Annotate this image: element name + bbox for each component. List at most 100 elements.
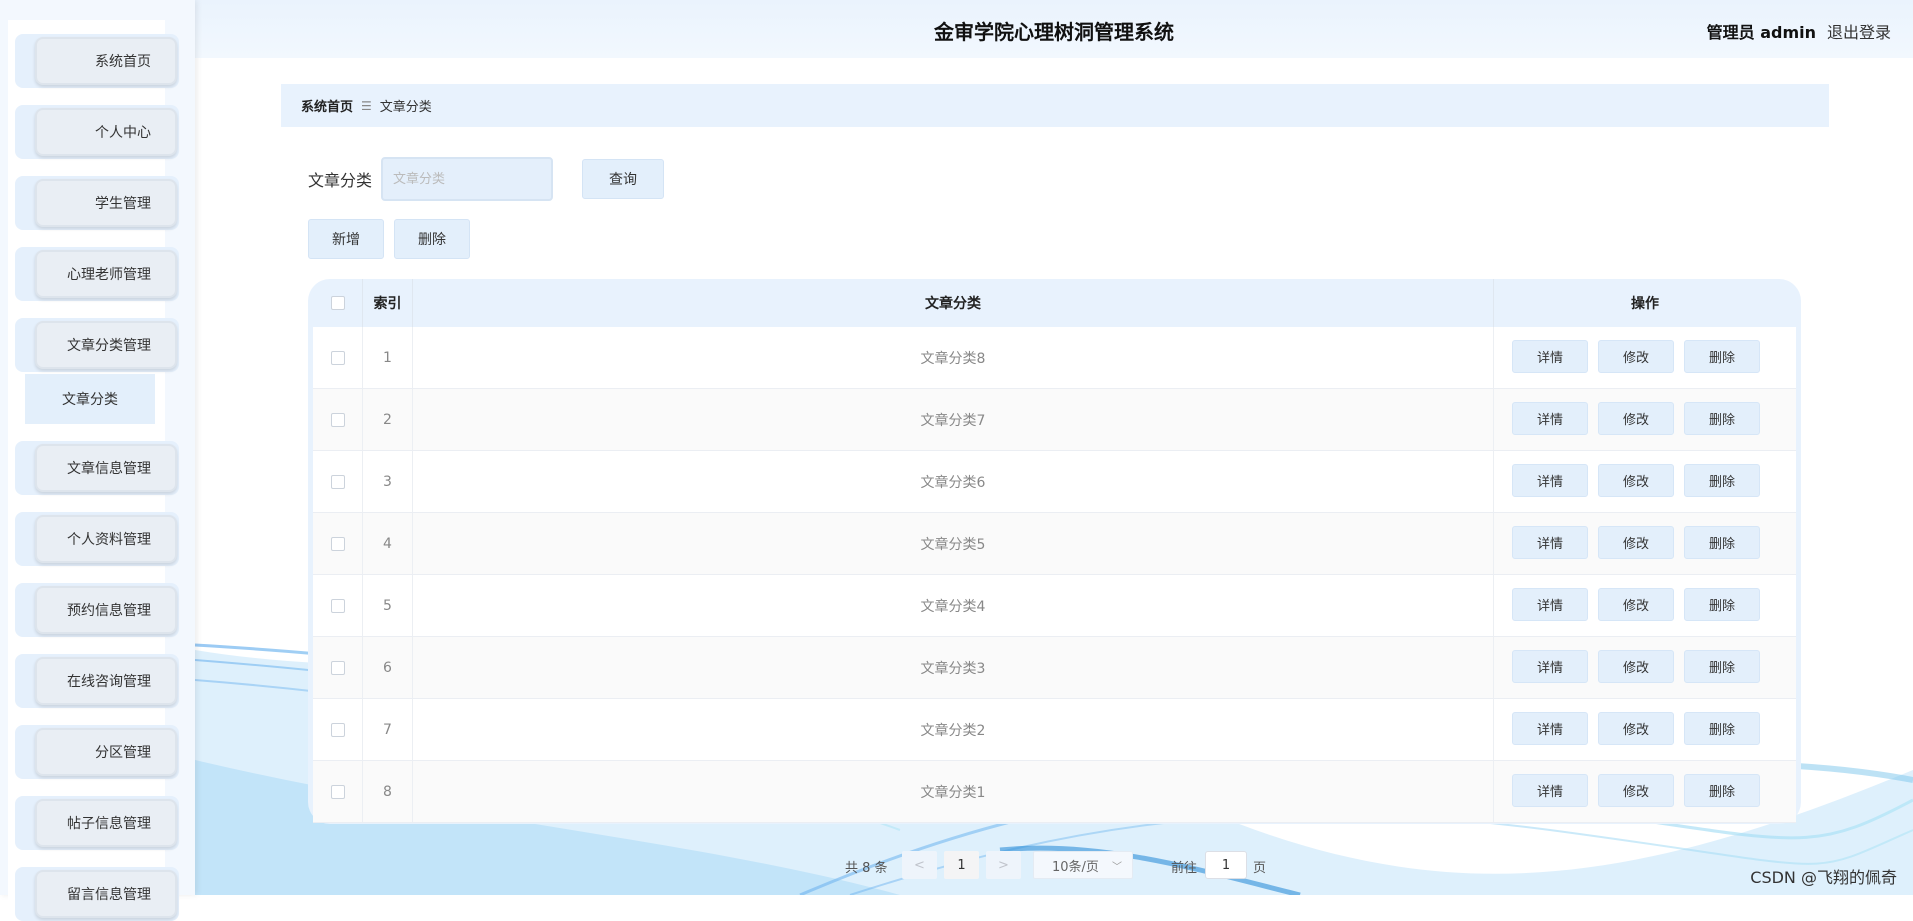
sidebar-item[interactable]: 个人资料管理	[15, 512, 179, 566]
header-category: 文章分类	[413, 279, 1494, 327]
detail-button[interactable]: 详情	[1512, 712, 1588, 745]
row-category: 文章分类7	[413, 389, 1494, 450]
sidebar-item[interactable]: 心理老师管理	[15, 247, 179, 301]
next-page-button[interactable]: >	[986, 851, 1021, 879]
row-category: 文章分类4	[413, 575, 1494, 636]
sidebar-item[interactable]: 学生管理	[15, 176, 179, 230]
sidebar-item[interactable]: 在线咨询管理	[15, 654, 179, 708]
row-checkbox[interactable]	[330, 598, 345, 613]
edit-button[interactable]: 修改	[1598, 712, 1674, 745]
edit-button[interactable]: 修改	[1598, 588, 1674, 621]
submenu-item-article-category[interactable]: 文章分类	[25, 374, 155, 424]
row-ops-cell: 详情 修改 删除	[1494, 451, 1796, 512]
sidebar-item-label[interactable]: 预约信息管理	[35, 586, 177, 634]
table-row: 5 文章分类4 详情 修改 删除	[313, 575, 1796, 637]
row-ops-cell: 详情 修改 删除	[1494, 327, 1796, 388]
delete-button[interactable]: 删除	[1684, 774, 1760, 807]
header-ops: 操作	[1631, 296, 1659, 312]
row-select-cell	[313, 513, 363, 574]
row-category: 文章分类1	[413, 761, 1494, 822]
row-category: 文章分类6	[413, 451, 1494, 512]
breadcrumb-home[interactable]: 系统首页	[301, 96, 353, 115]
pagination-total: 共 8 条	[845, 861, 888, 876]
table-row: 7 文章分类2 详情 修改 删除	[313, 699, 1796, 761]
goto-page-input[interactable]	[1205, 851, 1247, 879]
detail-button[interactable]: 详情	[1512, 526, 1588, 559]
sidebar-item-label[interactable]: 系统首页	[35, 37, 177, 85]
row-checkbox[interactable]	[330, 350, 345, 365]
sidebar-item[interactable]: 个人中心	[15, 105, 179, 159]
page-size-select[interactable]: 10条/页 ﹀	[1033, 851, 1133, 879]
add-button[interactable]: 新增	[308, 219, 384, 259]
sidebar-item-label[interactable]: 个人资料管理	[35, 515, 177, 563]
detail-button[interactable]: 详情	[1512, 774, 1588, 807]
row-checkbox[interactable]	[330, 536, 345, 551]
table-row: 2 文章分类7 详情 修改 删除	[313, 389, 1796, 451]
table-row: 6 文章分类3 详情 修改 删除	[313, 637, 1796, 699]
row-checkbox[interactable]	[330, 474, 345, 489]
edit-button[interactable]: 修改	[1598, 340, 1674, 373]
edit-button[interactable]: 修改	[1598, 464, 1674, 497]
page-size-value: 10条/页	[1052, 859, 1099, 875]
row-index: 1	[363, 327, 413, 388]
detail-button[interactable]: 详情	[1512, 402, 1588, 435]
sidebar-item[interactable]: 文章分类管理	[15, 318, 179, 372]
delete-button[interactable]: 删除	[1684, 588, 1760, 621]
edit-button[interactable]: 修改	[1598, 402, 1674, 435]
sidebar: 系统首页个人中心学生管理心理老师管理 文章分类管理 文章信息管理 个人资料管理 预约信息…	[0, 0, 195, 921]
delete-button[interactable]: 删除	[1684, 340, 1760, 373]
search-input[interactable]	[381, 157, 553, 201]
table-row: 1 文章分类8 详情 修改 删除	[313, 327, 1796, 389]
row-select-cell	[313, 327, 363, 388]
row-checkbox[interactable]	[330, 412, 345, 427]
sidebar-item[interactable]: 帖子信息管理	[15, 796, 179, 850]
row-select-cell	[313, 389, 363, 450]
table-row: 4 文章分类5 详情 修改 删除	[313, 513, 1796, 575]
detail-button[interactable]: 详情	[1512, 464, 1588, 497]
sidebar-item-label[interactable]: 分区管理	[35, 728, 177, 776]
detail-button[interactable]: 详情	[1512, 588, 1588, 621]
select-all-checkbox[interactable]	[330, 296, 345, 310]
delete-button[interactable]: 删除	[1684, 650, 1760, 683]
sidebar-item-label[interactable]: 文章信息管理	[35, 444, 177, 492]
delete-button[interactable]: 删除	[1684, 464, 1760, 497]
sidebar-item-label[interactable]: 留言信息管理	[35, 870, 177, 918]
edit-button[interactable]: 修改	[1598, 526, 1674, 559]
delete-button[interactable]: 删除	[1684, 526, 1760, 559]
row-checkbox[interactable]	[330, 722, 345, 737]
row-index: 4	[363, 513, 413, 574]
sidebar-item[interactable]: 预约信息管理	[15, 583, 179, 637]
row-select-cell	[313, 637, 363, 698]
sidebar-item-label[interactable]: 帖子信息管理	[35, 799, 177, 847]
header: 金审学院心理树洞管理系统 管理员 admin 退出登录	[195, 0, 1913, 58]
row-index: 3	[363, 451, 413, 512]
sidebar-item-label[interactable]: 个人中心	[35, 108, 177, 156]
prev-page-button[interactable]: <	[902, 851, 937, 879]
detail-button[interactable]: 详情	[1512, 650, 1588, 683]
edit-button[interactable]: 修改	[1598, 774, 1674, 807]
search-button[interactable]: 查询	[582, 159, 664, 199]
breadcrumb-current: 文章分类	[379, 100, 432, 115]
row-category: 文章分类8	[413, 327, 1494, 388]
sidebar-item[interactable]: 留言信息管理	[15, 867, 179, 921]
sidebar-item[interactable]: 分区管理	[15, 725, 179, 779]
row-checkbox[interactable]	[330, 660, 345, 675]
header-index: 索引	[363, 279, 413, 327]
row-index: 2	[363, 389, 413, 450]
row-checkbox[interactable]	[330, 784, 345, 799]
delete-button[interactable]: 删除	[1684, 402, 1760, 435]
logout-link[interactable]: 退出登录	[1827, 19, 1891, 43]
sidebar-item-label[interactable]: 在线咨询管理	[35, 657, 177, 705]
sidebar-item-label[interactable]: 文章分类管理	[35, 321, 177, 369]
batch-delete-button[interactable]: 删除	[394, 219, 470, 259]
sidebar-item-label[interactable]: 学生管理	[35, 179, 177, 227]
sidebar-item[interactable]: 文章信息管理	[15, 441, 179, 495]
delete-button[interactable]: 删除	[1684, 712, 1760, 745]
table-header: 索引 文章分类 操作	[313, 279, 1796, 327]
page-number[interactable]: 1	[944, 851, 979, 879]
sidebar-item-label[interactable]: 心理老师管理	[35, 250, 177, 298]
sidebar-item[interactable]: 系统首页	[15, 34, 179, 88]
detail-button[interactable]: 详情	[1512, 340, 1588, 373]
row-ops-cell: 详情 修改 删除	[1494, 389, 1796, 450]
edit-button[interactable]: 修改	[1598, 650, 1674, 683]
